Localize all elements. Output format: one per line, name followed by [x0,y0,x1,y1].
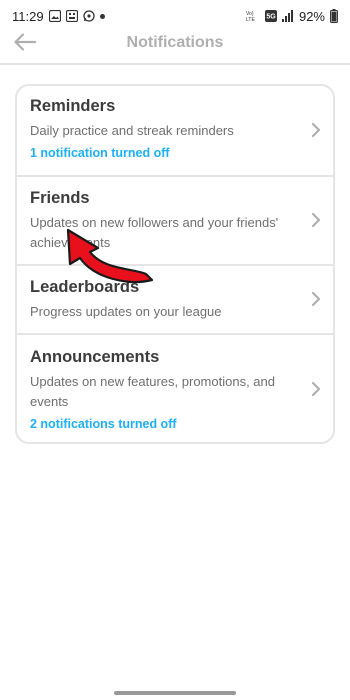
svg-text:LTE: LTE [246,17,255,22]
item-title: Reminders [30,97,116,115]
svg-text:5G: 5G [266,14,276,21]
sim-card-icon [65,10,78,22]
chevron-right-icon [309,381,323,397]
item-description: Updates on new features, promotions, and… [30,374,275,409]
notification-dot [99,13,105,19]
item-description: Daily practice and streak reminders [30,123,234,138]
battery-icon [330,9,338,23]
item-divider [17,175,333,177]
5g-icon: 5G [264,10,277,22]
chevron-right-icon [309,291,323,307]
item-status: 1 notification turned off [30,146,170,160]
item-divider [17,333,333,335]
item-title: Announcements [30,348,160,366]
item-status: 2 notifications turned off [30,417,177,431]
page-title: Notifications [126,34,224,51]
settings-item-announcements[interactable]: Announcements Updates on new features, p… [17,347,333,437]
settings-item-reminders[interactable]: Reminders Daily practice and streak remi… [17,96,333,176]
status-bar: 11:29 Vo) LTE 5G 92% [0,0,350,32]
chevron-right-icon [309,122,323,138]
item-description: Progress updates on your league [30,304,222,319]
battery-level: 92% [298,8,325,24]
header: Notifications [0,32,350,62]
whatsapp-icon [82,10,95,22]
annotation-arrow [66,228,154,284]
signal-icon [281,10,294,22]
status-time: 11:29 [12,8,44,24]
status-left: 11:29 [12,9,105,24]
chevron-right-icon [309,212,323,228]
header-divider [0,63,350,65]
status-right: Vo) LTE 5G 92% [246,9,338,24]
image-icon [48,10,61,22]
volte-icon: Vo) LTE [246,10,260,22]
gesture-bar[interactable] [114,691,236,695]
item-title: Friends [30,189,90,207]
